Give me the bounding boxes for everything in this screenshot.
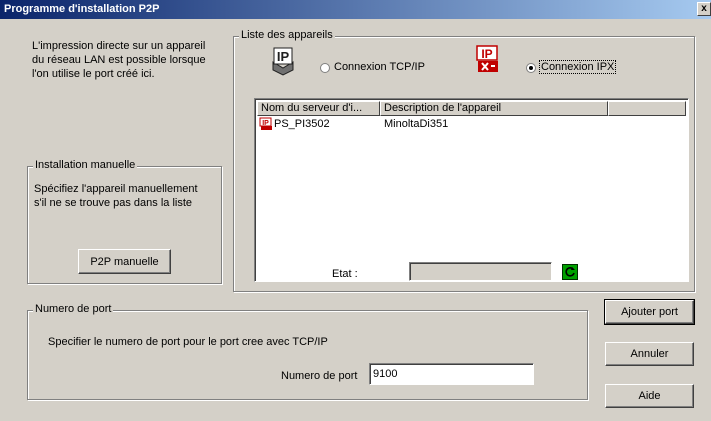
device-list-group: Liste des appareils IP Connexion TCP/IP … (233, 29, 695, 292)
device-list-view[interactable]: Nom du serveur d'i... Description de l'a… (254, 98, 689, 282)
add-port-button[interactable]: Ajouter port (604, 299, 695, 325)
port-number-input[interactable] (369, 363, 534, 385)
close-icon: x (701, 3, 707, 14)
window-title: Programme d'installation P2P (4, 3, 160, 15)
column-header-server-name[interactable]: Nom du serveur d'i... (257, 101, 380, 116)
port-field-label: Numero de port (281, 370, 358, 382)
port-number-legend: Numero de port (33, 303, 114, 315)
manual-install-group: Installation manuelle Spécifiez l'appare… (27, 159, 222, 284)
title-bar: Programme d'installation P2P x (0, 0, 711, 19)
device-list-legend: Liste des appareils (239, 29, 335, 41)
printer-icon: IP (259, 117, 272, 130)
column-header-description[interactable]: Description de l'appareil (380, 101, 608, 116)
ipx-radio[interactable] (526, 63, 536, 73)
svg-text:IP: IP (481, 47, 492, 61)
svg-text:IP: IP (262, 120, 269, 127)
manual-p2p-button[interactable]: P2P manuelle (78, 249, 171, 274)
ipx-network-icon: IP (476, 45, 498, 72)
status-label: Etat : (332, 268, 358, 280)
tcp-radio-label[interactable]: Connexion TCP/IP (334, 61, 425, 73)
refresh-icon (565, 267, 575, 277)
intro-text: L'impression directe sur un appareil du … (32, 40, 206, 80)
manual-install-description: Spécifiez l'appareil manuellement s'il n… (34, 183, 198, 209)
tcp-radio[interactable] (320, 63, 330, 73)
installer-window: Programme d'installation P2P x L'impress… (0, 0, 711, 421)
port-description: Specifier le numero de port pour le port… (48, 336, 328, 348)
manual-install-legend: Installation manuelle (33, 159, 138, 171)
help-button[interactable]: Aide (605, 384, 694, 408)
close-button[interactable]: x (697, 2, 711, 16)
status-progress-bar (409, 262, 552, 281)
row-server-name: PS_PI3502 (274, 118, 330, 130)
cancel-button[interactable]: Annuler (605, 342, 694, 366)
table-row[interactable]: IP PS_PI3502 MinoltaDi351 (257, 117, 686, 132)
row-description: MinoltaDi351 (384, 118, 449, 130)
ipx-radio-label[interactable]: Connexion IPX (538, 60, 617, 74)
refresh-button[interactable] (562, 264, 578, 280)
ip-network-icon: IP (272, 47, 294, 76)
svg-text:IP: IP (277, 49, 290, 64)
ipx-radio-dot (529, 66, 533, 70)
column-header-empty[interactable] (608, 101, 686, 116)
port-number-group: Numero de port Specifier le numero de po… (27, 303, 588, 400)
